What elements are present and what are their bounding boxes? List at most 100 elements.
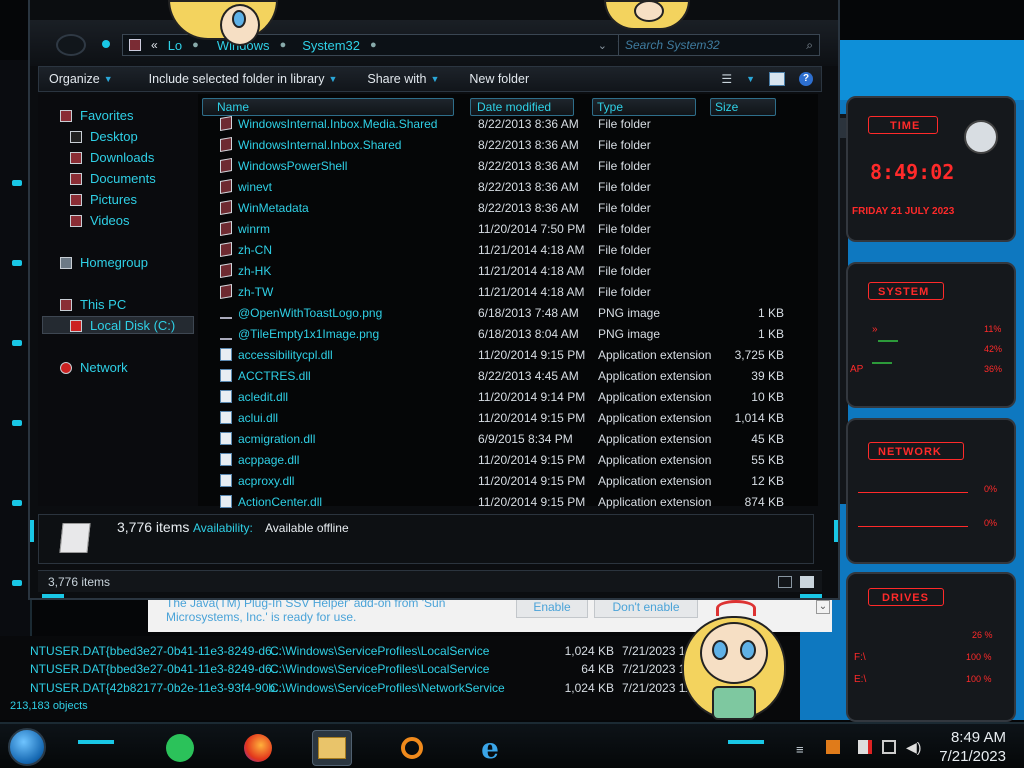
file-row[interactable]: zh-TW 11/21/2014 4:18 AM File folder [198, 282, 808, 303]
file-row[interactable]: winevt 8/22/2013 8:36 AM File folder [198, 177, 808, 198]
taskbar: e ≡ ◀) 8:49 AM 7/21/2023 [0, 722, 1024, 768]
show-hidden-icons-icon[interactable]: ≡ [796, 742, 804, 757]
new-folder-button[interactable]: New folder [459, 72, 539, 86]
network-tray-icon[interactable] [882, 740, 896, 754]
search-input[interactable]: Search System32 ⌕ [618, 34, 820, 56]
breadcrumb-overflow[interactable]: « [151, 38, 158, 52]
file-row[interactable]: WindowsPowerShell 8/22/2013 8:36 AM File f… [198, 156, 808, 177]
preview-pane-icon[interactable] [769, 72, 785, 86]
folder-icon [220, 157, 232, 174]
file-date: 8/22/2013 8:36 AM [478, 180, 579, 194]
file-row[interactable]: winrm 11/20/2014 7:50 PM File folder [198, 219, 808, 240]
led-light [30, 520, 34, 542]
network-gadget[interactable]: NETWORK 0% 0% [846, 418, 1016, 564]
result-path: C:\Windows\ServiceProfiles\NetworkServic… [270, 681, 505, 695]
drives-gadget[interactable]: DRIVES 26 % F:\ 100 % E:\ 100 % [846, 572, 1016, 722]
nav-desktop[interactable]: Desktop [70, 129, 138, 144]
folder-icon [129, 39, 141, 51]
help-icon[interactable]: ? [799, 72, 813, 86]
drive-icon [70, 319, 82, 332]
file-row[interactable]: ActionCenter.dll 11/20/2014 9:15 PM Applic… [198, 492, 808, 513]
cartoon-character-sticker [682, 600, 786, 722]
clock[interactable]: 8:49 AM 7/21/2023 [939, 728, 1006, 766]
file-row[interactable]: acmigration.dll 6/9/2015 8:34 PM Applicati… [198, 429, 808, 450]
file-row[interactable]: zh-CN 11/21/2014 4:18 AM File folder [198, 240, 808, 261]
cartoon-character-sticker [168, 0, 278, 54]
chevron-right-icon[interactable]: ● [370, 39, 377, 51]
nav-network[interactable]: Network [60, 360, 128, 375]
file-row[interactable]: accessibilitycpl.dll 11/20/2014 9:15 PM Ap… [198, 345, 808, 366]
large-icons-view-icon[interactable] [800, 575, 814, 588]
new-folder-label: New folder [469, 72, 530, 86]
time-gadget[interactable]: TIME 8:49:02 FRIDAY 21 JULY 2023 [846, 96, 1016, 242]
led-light [12, 340, 22, 346]
nav-favorites[interactable]: Favorites [60, 108, 133, 123]
action-center-flag-icon[interactable] [858, 740, 872, 754]
file-type: File folder [598, 285, 651, 299]
back-button[interactable] [56, 34, 86, 56]
file-date: 11/20/2014 9:15 PM [478, 348, 586, 362]
notes-app-icon[interactable] [160, 730, 200, 766]
cpu-label: » [872, 324, 878, 335]
volume-icon[interactable]: ◀) [906, 739, 921, 756]
search-magnifier-icon[interactable] [392, 730, 432, 766]
nav-label: Homegroup [80, 255, 148, 270]
chevron-down-icon[interactable]: ⌄ [598, 39, 607, 52]
nav-this-pc[interactable]: This PC [60, 297, 126, 312]
include-in-library-button[interactable]: Include selected folder in library ▼ [139, 72, 348, 86]
file-row[interactable]: ACCTRES.dll 8/22/2013 4:45 AM Application … [198, 366, 808, 387]
view-options-icon[interactable]: ☰ [721, 72, 732, 86]
nav-label: Local Disk (C:) [90, 318, 176, 333]
file-row[interactable]: acproxy.dll 11/20/2014 9:15 PM Application… [198, 471, 808, 492]
chevron-right-icon[interactable]: ● [280, 39, 287, 51]
file-row[interactable]: @TileEmpty1x1Image.png 6/18/2013 8:04 AM P… [198, 324, 808, 345]
file-row[interactable]: WinMetadata 8/22/2013 8:36 AM File folder [198, 198, 808, 219]
notification-chevron-icon[interactable]: ⌄ [816, 600, 830, 614]
file-row[interactable]: aclui.dll 11/20/2014 9:15 PM Application e… [198, 408, 808, 429]
file-date: 11/20/2014 9:15 PM [478, 411, 586, 425]
nav-videos[interactable]: Videos [70, 213, 130, 228]
nav-pictures[interactable]: Pictures [70, 192, 137, 207]
drive-label: E:\ [854, 674, 867, 685]
system-gadget[interactable]: SYSTEM » 11% 42% AP 36% [846, 262, 1016, 408]
star-icon [60, 109, 72, 122]
file-name: zh-HK [238, 264, 272, 278]
nav-label: This PC [80, 297, 127, 312]
file-name: acmigration.dll [238, 432, 316, 446]
file-row[interactable]: acledit.dll 11/20/2014 9:14 PM Application… [198, 387, 808, 408]
search-icon[interactable]: ⌕ [806, 38, 813, 53]
breadcrumb-system32[interactable]: System32 [302, 38, 360, 53]
file-date: 8/22/2013 8:36 AM [478, 117, 579, 131]
file-date: 11/21/2014 4:18 AM [478, 285, 585, 299]
share-with-button[interactable]: Share with ▼ [357, 72, 449, 86]
details-view-icon[interactable] [778, 575, 792, 588]
file-type: File folder [598, 117, 651, 131]
file-date: 11/21/2014 4:18 AM [478, 264, 585, 278]
nav-homegroup[interactable]: Homegroup [60, 255, 148, 270]
nav-downloads[interactable]: Downloads [70, 150, 154, 165]
dropdown-arrow-icon[interactable]: ▼ [746, 74, 755, 84]
file-explorer-icon[interactable] [312, 730, 352, 766]
clock-date: 7/21/2023 [939, 748, 1006, 765]
object-count: 213,183 objects [10, 700, 88, 712]
nav-label: Videos [90, 213, 130, 228]
internet-explorer-icon[interactable]: e [470, 730, 510, 766]
firefox-icon[interactable] [238, 730, 278, 766]
start-button[interactable] [8, 728, 46, 766]
drive-label: F:\ [854, 652, 866, 663]
file-row[interactable]: acppage.dll 11/20/2014 9:15 PM Application… [198, 450, 808, 471]
dll-file-icon [220, 432, 232, 445]
file-row[interactable]: @OpenWithToastLogo.png 6/18/2013 7:48 AM P… [198, 303, 808, 324]
file-row[interactable]: zh-HK 11/21/2014 4:18 AM File folder [198, 261, 808, 282]
file-type: File folder [598, 180, 651, 194]
nav-documents[interactable]: Documents [70, 171, 156, 186]
videos-icon [70, 214, 82, 227]
file-size: 12 KB [751, 474, 784, 488]
file-name: accessibilitycpl.dll [238, 348, 333, 362]
nav-local-disk[interactable]: Local Disk (C:) [70, 318, 175, 333]
folder-icon [220, 241, 232, 258]
file-row[interactable]: WindowsInternal.Inbox.Shared 8/22/2013 8:… [198, 135, 808, 156]
organize-button[interactable]: Organize ▼ [39, 72, 123, 86]
tray-app-icon[interactable] [826, 740, 840, 754]
file-row[interactable]: WindowsInternal.Inbox.Media.Shared 8/22/2… [198, 114, 808, 135]
